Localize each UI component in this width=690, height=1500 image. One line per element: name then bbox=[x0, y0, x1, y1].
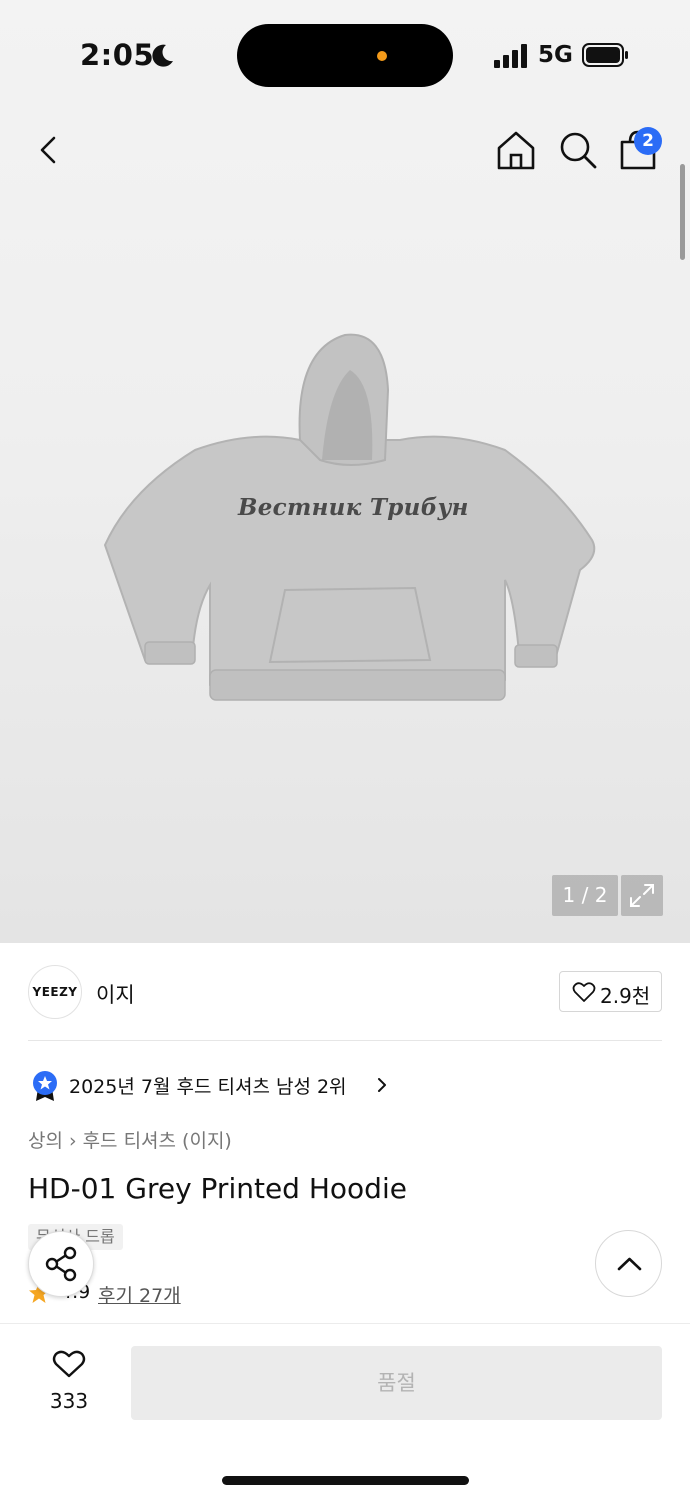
chevron-left-icon bbox=[40, 136, 56, 164]
purchase-button-soldout[interactable]: 품절 bbox=[131, 1346, 662, 1420]
brand-like-count: 2.9천 bbox=[600, 984, 651, 1008]
home-indicator bbox=[222, 1476, 469, 1485]
chevron-up-icon bbox=[617, 1257, 642, 1271]
chevron-right-icon: › bbox=[68, 1130, 77, 1152]
brand-logo[interactable]: YEEZY bbox=[28, 965, 82, 1019]
search-icon bbox=[560, 132, 597, 169]
breadcrumb-category[interactable]: 상의 bbox=[28, 1130, 63, 1152]
share-button[interactable] bbox=[28, 1231, 94, 1297]
scroll-to-top-button[interactable] bbox=[595, 1230, 662, 1297]
heart-icon bbox=[52, 1350, 86, 1378]
divider bbox=[28, 1040, 662, 1041]
status-bar: 2:05 5G bbox=[0, 0, 690, 110]
heart-icon bbox=[572, 982, 596, 1002]
ranking-link[interactable]: 2025년 7월 후드 티셔츠 남성 2위 bbox=[28, 1067, 428, 1105]
home-button[interactable] bbox=[494, 128, 538, 172]
search-button[interactable] bbox=[556, 128, 600, 172]
dynamic-island bbox=[237, 24, 453, 87]
review-count-link[interactable]: 후기 27개 bbox=[98, 1281, 181, 1308]
signal-icon bbox=[494, 44, 527, 68]
breadcrumb: 상의 › 후드 티셔츠 (이지) bbox=[28, 1126, 232, 1153]
image-counter: 1 / 2 bbox=[552, 875, 618, 916]
camera-indicator-dot bbox=[377, 51, 387, 61]
moon-icon bbox=[152, 44, 173, 67]
wishlist-count: 333 bbox=[49, 1389, 89, 1413]
breadcrumb-subcategory[interactable]: 후드 티셔츠 (이지) bbox=[83, 1130, 232, 1152]
scrollbar[interactable] bbox=[680, 164, 685, 260]
home-icon bbox=[497, 131, 535, 170]
brand-name[interactable]: 이지 bbox=[96, 979, 135, 1009]
product-title: HD-01 Grey Printed Hoodie bbox=[28, 1172, 407, 1205]
expand-image-button[interactable] bbox=[621, 875, 663, 916]
wishlist-button[interactable]: 333 bbox=[38, 1345, 100, 1417]
network-label: 5G bbox=[538, 42, 573, 68]
battery-icon bbox=[582, 43, 628, 67]
ranking-text: 2025년 7월 후드 티셔츠 남성 2위 bbox=[69, 1076, 347, 1098]
ranking-badge-icon bbox=[33, 1071, 57, 1101]
status-time: 2:05 bbox=[80, 38, 155, 72]
share-icon bbox=[45, 1246, 77, 1282]
chevron-right-icon bbox=[378, 1078, 386, 1092]
cart-count-badge: 2 bbox=[634, 127, 662, 155]
expand-icon bbox=[630, 884, 654, 907]
brand-like-button[interactable]: 2.9천 bbox=[559, 971, 662, 1012]
hoodie-print-text: Вестник Трибун bbox=[238, 494, 469, 521]
back-button[interactable] bbox=[28, 128, 72, 172]
